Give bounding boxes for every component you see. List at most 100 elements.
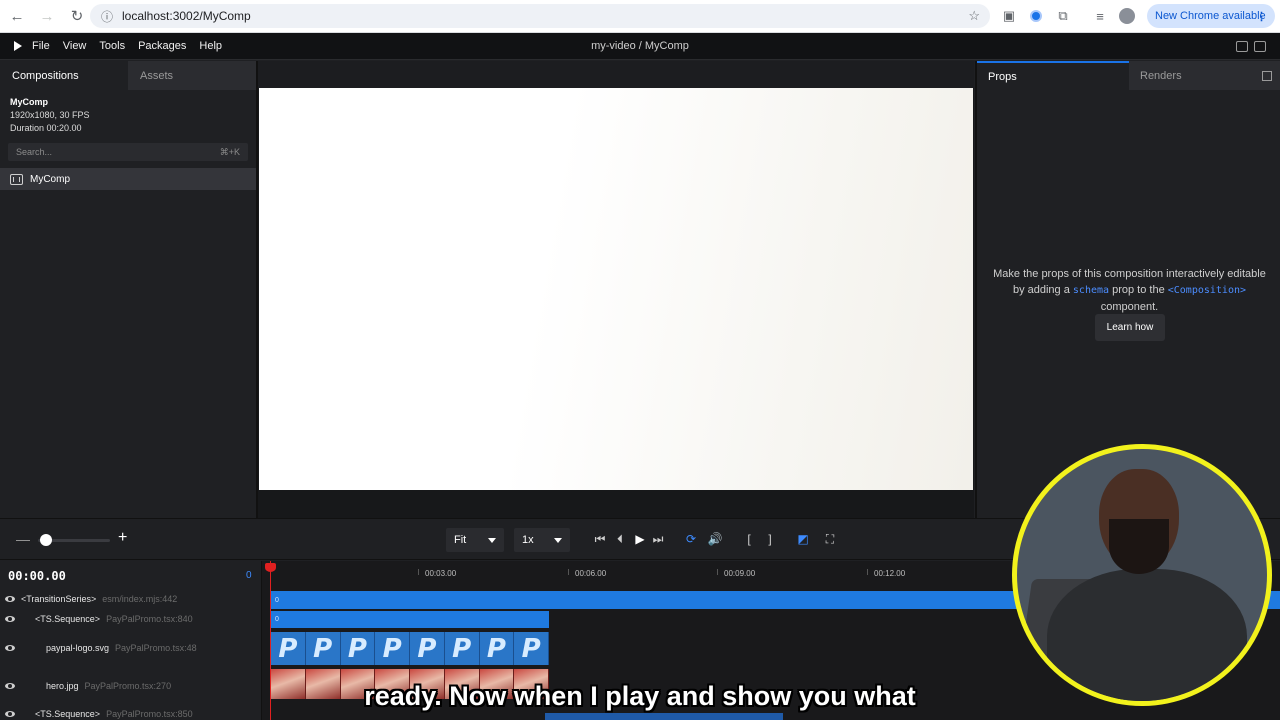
- browser-toolbar: ← → ↻ ⓘ localhost:3002/MyComp ☆ ▣ ⧉ ≡ Ne…: [0, 0, 1280, 33]
- profile-avatar-icon[interactable]: [1116, 5, 1138, 27]
- composition-duration: Duration 00:20.00: [10, 123, 82, 133]
- search-placeholder: Search...: [16, 147, 53, 157]
- track-name: paypal-logo.svg: [46, 643, 110, 653]
- back-icon[interactable]: ←: [4, 3, 30, 29]
- bar-label: 0: [275, 616, 279, 623]
- composition-item-mycomp[interactable]: MyComp: [0, 168, 256, 190]
- eye-icon[interactable]: [5, 616, 15, 622]
- collapse-panel-icon[interactable]: [1262, 70, 1272, 81]
- address-bar[interactable]: ⓘ localhost:3002/MyComp ☆: [90, 4, 990, 28]
- fullscreen-icon[interactable]: ⛶: [822, 531, 838, 547]
- paypal-logo-icon: P: [514, 632, 549, 665]
- frame-number: 0: [246, 570, 252, 581]
- learn-how-button[interactable]: Learn how: [1095, 314, 1165, 341]
- menu-view[interactable]: View: [63, 40, 87, 52]
- in-point-icon[interactable]: [: [743, 531, 755, 547]
- tab-list-icon[interactable]: ≡: [1089, 5, 1111, 27]
- toggle-left-panel-icon[interactable]: [1236, 40, 1248, 52]
- menu-tools[interactable]: Tools: [99, 40, 125, 52]
- track-source: PayPalPromo.tsx:840: [106, 614, 193, 624]
- paypal-logo-icon: P: [340, 632, 376, 665]
- more-vert-icon[interactable]: ⋮: [1256, 10, 1267, 23]
- paypal-logo-icon: P: [479, 632, 515, 665]
- volume-icon[interactable]: 🔊: [707, 531, 723, 547]
- url-text[interactable]: localhost:3002/MyComp: [122, 9, 251, 23]
- loop-icon[interactable]: ⟳: [683, 531, 699, 547]
- out-point-icon[interactable]: ]: [764, 531, 776, 547]
- composition-name: MyComp: [10, 97, 48, 107]
- props-message-composition: <Composition>: [1167, 285, 1247, 296]
- puzzle-icon[interactable]: ⧉: [1052, 5, 1074, 27]
- track-row[interactable]: paypal-logo.svg PayPalPromo.tsx:48: [0, 643, 197, 653]
- extension-icon[interactable]: [1025, 5, 1047, 27]
- bookmark-star-icon[interactable]: ☆: [968, 8, 980, 24]
- new-chrome-button[interactable]: New Chrome available ⋮: [1147, 4, 1275, 28]
- paypal-logo-thumbnails[interactable]: P P P P P P P P: [271, 632, 549, 665]
- search-shortcut: ⌘+K: [219, 146, 240, 157]
- film-icon: [10, 173, 23, 185]
- paypal-logo-icon: P: [305, 632, 341, 665]
- tab-assets[interactable]: Assets: [128, 61, 256, 90]
- remotion-logo-icon: [14, 41, 22, 51]
- paypal-logo-icon: P: [444, 632, 480, 665]
- presenter-beard: [1109, 519, 1169, 574]
- menu-help[interactable]: Help: [199, 40, 222, 52]
- track-row[interactable]: <TS.Sequence> PayPalPromo.tsx:840: [0, 614, 193, 624]
- zoom-in-icon[interactable]: +: [118, 529, 127, 547]
- chevron-down-icon: [554, 538, 562, 543]
- ruler-tick: [717, 569, 718, 575]
- extension-icons: ▣ ⧉ ≡: [998, 5, 1143, 27]
- ruler-label: 00:03.00: [425, 569, 457, 578]
- jump-to-start-icon[interactable]: ⏮: [592, 531, 608, 547]
- right-tabs: Props Renders: [977, 61, 1280, 90]
- ruler-label: 00:06.00: [575, 569, 607, 578]
- step-back-icon[interactable]: ⏴: [613, 531, 627, 547]
- chevron-down-icon: [488, 538, 496, 543]
- toggle-right-panel-icon[interactable]: [1254, 40, 1266, 52]
- tab-renders[interactable]: Renders: [1129, 61, 1280, 90]
- ruler-label: 00:09.00: [724, 569, 756, 578]
- forward-icon[interactable]: →: [34, 3, 60, 29]
- search-input[interactable]: Search... ⌘+K: [8, 143, 248, 161]
- preview-area: [258, 61, 974, 518]
- compositions-panel: Compositions Assets MyComp 1920x1080, 30…: [0, 61, 258, 518]
- checkerboard-icon[interactable]: ◩: [795, 531, 811, 547]
- play-icon[interactable]: ▶: [632, 531, 648, 547]
- fit-select[interactable]: Fit: [446, 528, 504, 552]
- step-forward-icon[interactable]: ⏭: [651, 531, 665, 547]
- site-info-icon[interactable]: ⓘ: [96, 8, 118, 25]
- props-message: Make the props of this composition inter…: [987, 266, 1272, 315]
- ruler-tick: [568, 569, 569, 575]
- props-message-schema: schema: [1072, 285, 1110, 296]
- app-menubar: File View Tools Packages Help my-video /…: [0, 33, 1280, 60]
- playhead-handle[interactable]: [265, 563, 276, 572]
- tab-props[interactable]: Props: [977, 61, 1129, 90]
- props-message-post: component.: [1100, 301, 1159, 313]
- track-name: <TS.Sequence>: [35, 614, 101, 624]
- props-message-mid: prop to the: [1112, 284, 1165, 296]
- ts-sequence-bar[interactable]: 0: [271, 611, 549, 628]
- track-row[interactable]: <TransitionSeries> esm/index.mjs:442: [0, 594, 177, 604]
- tab-compositions[interactable]: Compositions: [0, 61, 128, 90]
- webcam-overlay: [1012, 444, 1272, 706]
- speed-select-value: 1x: [522, 534, 534, 546]
- screenshot-icon[interactable]: ▣: [998, 5, 1020, 27]
- zoom-out-icon[interactable]: —: [16, 531, 30, 547]
- speed-select[interactable]: 1x: [514, 528, 570, 552]
- ruler-label: 00:12.00: [874, 569, 906, 578]
- bar-label: 0: [275, 596, 279, 604]
- video-canvas[interactable]: [259, 88, 973, 490]
- paypal-logo-icon: P: [410, 632, 445, 665]
- track-name: <TransitionSeries>: [21, 594, 97, 604]
- paypal-logo-icon: P: [271, 632, 306, 665]
- zoom-slider-handle[interactable]: [39, 534, 52, 546]
- ts-sequence-2-bar[interactable]: [545, 713, 783, 720]
- eye-icon[interactable]: [5, 596, 15, 602]
- ruler-tick: [867, 569, 868, 575]
- eye-icon[interactable]: [5, 645, 15, 651]
- menu-packages[interactable]: Packages: [138, 40, 186, 52]
- reload-icon[interactable]: ↻: [64, 3, 90, 29]
- track-source: PayPalPromo.tsx:48: [115, 643, 197, 653]
- tab-renders-label: Renders: [1140, 69, 1182, 82]
- menu-file[interactable]: File: [32, 40, 50, 52]
